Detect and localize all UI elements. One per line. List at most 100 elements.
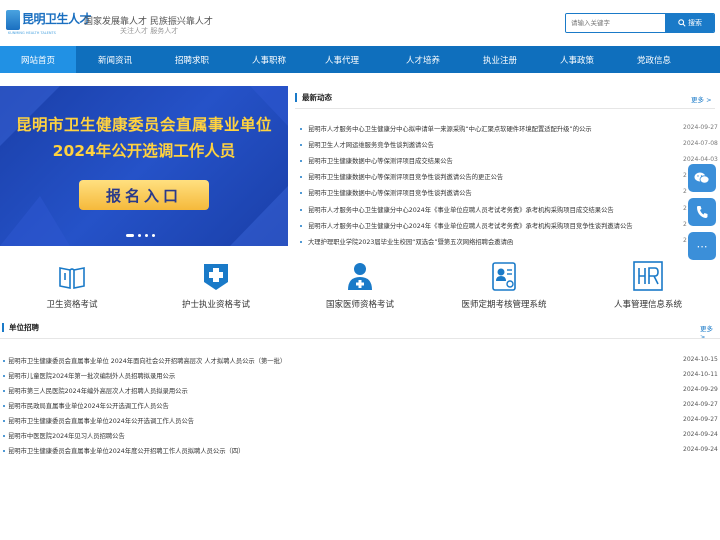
nav-item-registration[interactable]: 执业注册 bbox=[462, 46, 538, 73]
wechat-button[interactable] bbox=[688, 164, 716, 192]
recruit-title[interactable]: 昆明市民政局直属事业单位2024年公开选调工作人员公告 bbox=[8, 401, 169, 410]
certificate-icon bbox=[492, 262, 516, 291]
recruit-section-title: 单位招聘 bbox=[2, 323, 39, 332]
phone-button[interactable] bbox=[688, 198, 716, 226]
bullet bbox=[3, 375, 5, 377]
bullet bbox=[3, 450, 5, 452]
recruit-title[interactable]: 昆明市儿童医院2024年第一批次编制外人员招聘拟录用公示 bbox=[8, 371, 175, 380]
search-button[interactable]: 搜索 bbox=[665, 14, 714, 32]
service-label: 人事管理信息系统 bbox=[613, 300, 682, 310]
news-divider bbox=[295, 108, 715, 109]
service-health-exam[interactable]: 卫生资格考试 bbox=[2, 260, 142, 315]
news-date: 2 bbox=[681, 205, 687, 212]
news-item[interactable]: 昆明市人才服务中心卫生健康分中心拟申请单一来源采购“中心汇聚点软硬件环境配置适配… bbox=[298, 124, 718, 134]
service-physician-exam[interactable]: 国家医师资格考试 bbox=[290, 260, 430, 315]
recruit-item[interactable]: 昆明市卫生健康委员会直属事业单位2024年公开选调工作人员公告 2024-09-2… bbox=[0, 416, 720, 428]
phone-icon bbox=[697, 206, 708, 218]
banner-carousel[interactable]: 昆明市卫生健康委员会直属事业单位 2024年公开选调工作人员 报名入口 bbox=[0, 86, 288, 246]
nav-item-party[interactable]: 党政信息 bbox=[616, 46, 692, 73]
recruit-date: 2024-10-15 bbox=[683, 356, 718, 363]
more-icon: ⋯ bbox=[696, 239, 708, 253]
recruit-title[interactable]: 昆明市第三人民医院2024年编外高层次人才招聘人员拟录用公示 bbox=[8, 386, 188, 395]
news-date: 2 bbox=[681, 188, 687, 195]
search-box: 搜索 bbox=[565, 13, 715, 33]
news-title[interactable]: 昆明卫生人才网运维服务竞争性谈判邀请公告 bbox=[308, 140, 434, 149]
news-title[interactable]: 昆明市人才服务中心卫生健康分中心拟申请单一来源采购“中心汇聚点软硬件环境配置适配… bbox=[308, 124, 592, 133]
recruit-item[interactable]: 昆明市卫生健康委员会直属事业单位2024年度公开招聘工作人员拟聘人员公示（四） 2… bbox=[0, 446, 720, 458]
carousel-dot[interactable] bbox=[138, 234, 141, 237]
recruit-title[interactable]: 昆明市卫生健康委员会直属事业单位2024年度公开招聘工作人员拟聘人员公示（四） bbox=[8, 446, 244, 455]
bullet bbox=[300, 209, 302, 211]
site-logo[interactable]: 昆明卫生人才 KUNMING HEALTH TALENTS bbox=[6, 9, 92, 37]
news-date: 2024-09-27 bbox=[681, 124, 718, 131]
carousel-dot[interactable] bbox=[152, 234, 155, 237]
recruit-date: 2024-09-27 bbox=[683, 416, 718, 423]
nav-item-jobs[interactable]: 招聘求职 bbox=[154, 46, 230, 73]
news-section-title: 最新动态 bbox=[295, 93, 332, 102]
news-title[interactable]: 昆明市卫生健康数据中心等保测评项目竞争性谈判邀请公告 bbox=[308, 188, 472, 197]
recruit-divider bbox=[0, 338, 720, 339]
recruit-date: 2024-09-27 bbox=[683, 401, 718, 408]
bullet bbox=[300, 176, 302, 178]
nav-item-news[interactable]: 新闻资讯 bbox=[77, 46, 153, 73]
logo-subtitle: KUNMING HEALTH TALENTS bbox=[8, 31, 56, 35]
carousel-dot[interactable] bbox=[145, 234, 148, 237]
slogan-sub: 关注人才 服务人才 bbox=[120, 27, 179, 35]
news-date: 2 bbox=[681, 221, 687, 228]
nav-item-training[interactable]: 人才培养 bbox=[385, 46, 461, 73]
news-item[interactable]: 昆明市卫生健康数据中心等保测评项目竞争性谈判邀请公告的更正公告 2 bbox=[298, 172, 690, 182]
bullet bbox=[300, 144, 302, 146]
news-date: 2024-04-03 bbox=[681, 156, 718, 163]
recruit-item[interactable]: 昆明市儿童医院2024年第一批次编制外人员招聘拟录用公示 2024-10-11 bbox=[0, 371, 720, 383]
main-nav: 网站首页 新闻资讯 招聘求职 人事职称 人事代理 人才培养 执业注册 人事政策 … bbox=[0, 46, 720, 73]
service-physician-review[interactable]: 医师定期考核管理系统 bbox=[434, 260, 574, 315]
service-hr-system[interactable]: 人事管理信息系统 bbox=[578, 260, 718, 315]
bullet bbox=[300, 160, 302, 162]
recruit-date: 2024-09-24 bbox=[683, 446, 718, 453]
more-options-button[interactable]: ⋯ bbox=[688, 232, 716, 260]
search-button-label: 搜索 bbox=[688, 19, 702, 27]
carousel-dot[interactable] bbox=[126, 234, 134, 237]
nav-item-titles[interactable]: 人事职称 bbox=[231, 46, 307, 73]
news-title[interactable]: 昆明市人才服务中心卫生健康分中心2024年《事业单位应聘人员考试考务费》承考机构… bbox=[308, 205, 614, 214]
news-item[interactable]: 昆明市人才服务中心卫生健康分中心2024年《事业单位应聘人员考试考务费》承考机构… bbox=[298, 221, 690, 231]
bullet bbox=[3, 360, 5, 362]
recruit-title[interactable]: 昆明市卫生健康委员会直属事业单位2024年公开选调工作人员公告 bbox=[8, 416, 194, 425]
news-item[interactable]: 昆明卫生人才网运维服务竞争性谈判邀请公告 2024-07-08 bbox=[298, 140, 718, 150]
service-label: 国家医师资格考试 bbox=[325, 300, 394, 310]
bullet bbox=[300, 241, 302, 243]
nav-item-agency[interactable]: 人事代理 bbox=[304, 46, 380, 73]
recruit-title[interactable]: 昆明市中医医院2024年见习人员招聘公告 bbox=[8, 431, 125, 440]
recruit-item[interactable]: 昆明市第三人民医院2024年编外高层次人才招聘人员拟录用公示 2024-09-29 bbox=[0, 386, 720, 398]
bullet bbox=[3, 390, 5, 392]
news-title[interactable]: 昆明市卫生健康数据中心等保测评项目成交结果公告 bbox=[308, 156, 453, 165]
recruit-item[interactable]: 昆明市卫生健康委员会直属事业单位 2024年面向社会公开招聘高层次 人才拟聘人员… bbox=[0, 356, 720, 368]
news-date: 2 bbox=[681, 172, 687, 179]
news-date: 2024-07-08 bbox=[681, 140, 718, 147]
recruit-title[interactable]: 昆明市卫生健康委员会直属事业单位 2024年面向社会公开招聘高层次 人才拟聘人员… bbox=[8, 356, 286, 365]
service-nurse-exam[interactable]: 护士执业资格考试 bbox=[146, 260, 286, 315]
news-title[interactable]: 昆明市人才服务中心卫生健康分中心2024年《事业单位应聘人员考试考务费》承考机构… bbox=[308, 221, 633, 230]
recruit-date: 2024-09-24 bbox=[683, 431, 718, 438]
news-item[interactable]: 大理护理职业学院2023届毕业生校园“双选会”暨第五次网络招聘会邀请函 2 bbox=[298, 237, 690, 247]
news-title[interactable]: 大理护理职业学院2023届毕业生校园“双选会”暨第五次网络招聘会邀请函 bbox=[308, 237, 513, 246]
recruit-item[interactable]: 昆明市民政局直属事业单位2024年公开选调工作人员公告 2024-09-27 bbox=[0, 401, 720, 413]
wechat-icon bbox=[694, 172, 710, 184]
news-item[interactable]: 昆明市人才服务中心卫生健康分中心2024年《事业单位应聘人员考试考务费》承考机构… bbox=[298, 205, 690, 215]
register-button[interactable]: 报名入口 bbox=[79, 180, 209, 210]
news-title[interactable]: 昆明市卫生健康数据中心等保测评项目竞争性谈判邀请公告的更正公告 bbox=[308, 172, 503, 181]
recruit-item[interactable]: 昆明市中医医院2024年见习人员招聘公告 2024-09-24 bbox=[0, 431, 720, 443]
bullet bbox=[300, 192, 302, 194]
nav-item-home[interactable]: 网站首页 bbox=[0, 46, 76, 73]
carousel-dots bbox=[126, 234, 155, 237]
bullet bbox=[3, 420, 5, 422]
book-icon bbox=[59, 267, 85, 289]
nav-item-policy[interactable]: 人事政策 bbox=[539, 46, 615, 73]
search-input[interactable] bbox=[566, 14, 666, 32]
service-label: 护士执业资格考试 bbox=[181, 300, 250, 310]
bullet bbox=[3, 405, 5, 407]
news-more-link[interactable]: 更多 > bbox=[691, 94, 712, 104]
hr-icon bbox=[633, 261, 663, 291]
news-item[interactable]: 昆明市卫生健康数据中心等保测评项目成交结果公告 2024-04-03 bbox=[298, 156, 718, 166]
news-item[interactable]: 昆明市卫生健康数据中心等保测评项目竞争性谈判邀请公告 2 bbox=[298, 188, 690, 198]
